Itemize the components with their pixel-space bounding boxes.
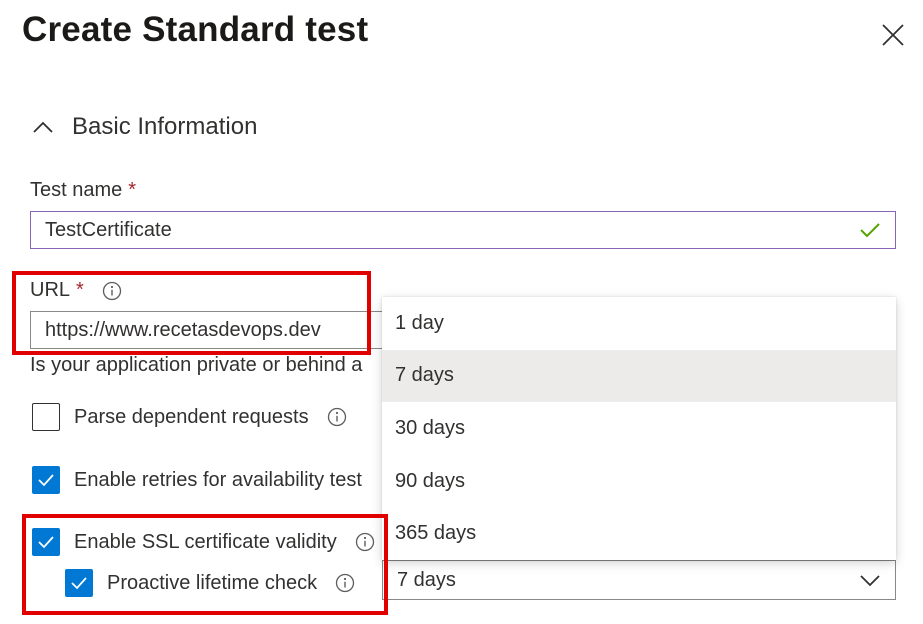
annotation-highlight-url (12, 271, 371, 355)
test-name-input[interactable]: TestCertificate (30, 211, 896, 249)
info-icon[interactable] (327, 407, 347, 427)
parse-dependent-checkbox[interactable] (32, 403, 60, 431)
lifetime-dropdown-list: 1 day 7 days 30 days 90 days 365 days (382, 297, 896, 560)
section-label: Basic Information (72, 113, 258, 140)
url-helper-text: Is your application private or behind a (30, 354, 363, 376)
annotation-highlight-ssl (22, 514, 388, 615)
dropdown-option[interactable]: 30 days (382, 402, 896, 455)
enable-retries-checkbox[interactable] (32, 466, 60, 494)
section-basic-information[interactable]: Basic Information (32, 113, 257, 141)
checkmark-icon (38, 474, 54, 487)
panel-title: Create Standard test (22, 10, 369, 49)
dropdown-option[interactable]: 365 days (382, 507, 896, 560)
lifetime-select[interactable]: 7 days (382, 560, 896, 600)
lifetime-select-value: 7 days (397, 568, 456, 591)
dropdown-option[interactable]: 1 day (382, 297, 896, 350)
enable-retries-label: Enable retries for availability test (74, 468, 362, 491)
dropdown-option[interactable]: 7 days (382, 349, 896, 403)
required-asterisk: * (128, 179, 137, 201)
enable-retries-row[interactable]: Enable retries for availability test (32, 466, 362, 494)
test-name-value: TestCertificate (45, 218, 172, 241)
dropdown-option[interactable]: 90 days (382, 455, 896, 508)
close-icon[interactable] (880, 22, 906, 48)
test-name-label-text: Test name (30, 179, 123, 201)
parse-dependent-row[interactable]: Parse dependent requests (32, 403, 347, 431)
chevron-up-icon (33, 121, 53, 133)
parse-dependent-label: Parse dependent requests (74, 405, 309, 428)
checkmark-icon (860, 223, 880, 238)
test-name-label: Test name * (30, 179, 136, 202)
chevron-down-icon (860, 575, 880, 587)
